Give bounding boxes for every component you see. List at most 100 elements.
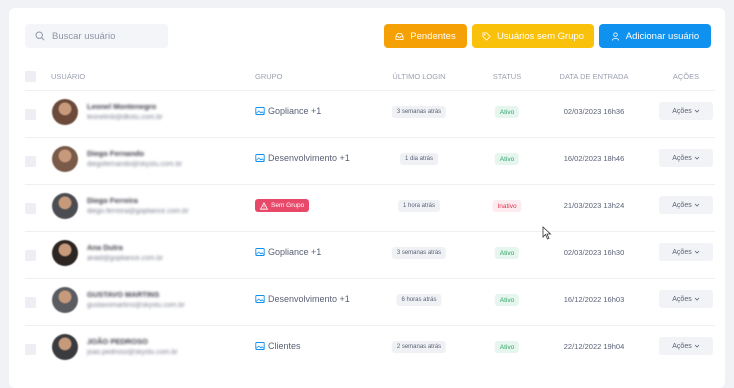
actions-label: Ações	[672, 342, 692, 350]
image-icon	[255, 342, 265, 350]
usuarios-sem-grupo-button[interactable]: Usuários sem Grupo	[472, 24, 594, 48]
last-login-badge: 3 semanas atrás	[391, 247, 447, 259]
entry-date: 02/03/2023 16h36	[563, 107, 625, 116]
pendentes-button[interactable]: Pendentes	[384, 24, 467, 48]
warning-icon	[260, 201, 268, 210]
user-name: Ana Dutra	[87, 243, 123, 252]
chevron-down-icon	[694, 156, 700, 160]
row-checkbox[interactable]	[25, 250, 36, 261]
user-name: GUSTAVO MARTINS	[87, 290, 160, 299]
actions-dropdown[interactable]: Ações	[659, 196, 713, 214]
table-row: Ana Dutra anad@gopliance.com.br Goplianc…	[25, 231, 715, 278]
entry-date: 21/03/2023 13h24	[563, 201, 625, 210]
chevron-down-icon	[694, 344, 700, 348]
sem-grupo-badge[interactable]: Sem Grupo	[255, 199, 310, 212]
row-checkbox[interactable]	[25, 203, 36, 214]
image-icon	[255, 107, 265, 115]
entry-date: 16/12/2022 16h03	[563, 295, 625, 304]
user-name: Diego Ferreira	[87, 196, 138, 205]
group-label: Desenvolvimento +1	[268, 294, 350, 304]
entry-date: 16/02/2023 18h46	[563, 154, 625, 163]
image-icon	[255, 248, 265, 256]
chevron-down-icon	[694, 250, 700, 254]
pendentes-label: Pendentes	[410, 30, 456, 42]
col-status[interactable]: STATUS	[493, 72, 521, 81]
actions-dropdown[interactable]: Ações	[659, 243, 713, 261]
row-checkbox[interactable]	[25, 109, 36, 120]
table-row: Diego Ferreira diego.ferreira@gopliance.…	[25, 184, 715, 231]
search-input[interactable]	[52, 30, 162, 42]
avatar	[52, 334, 78, 360]
user-name: JOÃO PEDROSO	[87, 337, 148, 346]
group-label: Gopliance +1	[268, 247, 322, 257]
col-ultimo-login[interactable]: ÚLTIMO LOGIN	[392, 72, 445, 81]
inbox-icon	[395, 32, 404, 40]
avatar	[52, 287, 78, 313]
avatar	[52, 99, 78, 125]
search-icon	[35, 31, 45, 41]
table-row: Leonel Montenegro leonelmb@dkstu.com.br …	[25, 90, 715, 137]
last-login-badge: 3 semanas atrás	[391, 106, 447, 118]
adicionar-label: Adicionar usuário	[625, 30, 700, 42]
actions-dropdown[interactable]: Ações	[659, 337, 713, 355]
users-card: Pendentes Usuários sem Grupo Adicionar u…	[9, 8, 725, 388]
table-row: JOÃO PEDROSO joao.pedroso@skystu.com.br …	[25, 325, 715, 372]
table-row: GUSTAVO MARTINS gustavomartins@skystu.co…	[25, 278, 715, 325]
last-login-badge: 6 horas atrás	[396, 294, 442, 306]
row-checkbox[interactable]	[25, 156, 36, 167]
user-email: joao.pedroso@skystu.com.br	[87, 349, 178, 356]
user-email: anad@gopliance.com.br	[87, 255, 163, 262]
table-row: Diego Fernando diegofernando@skystu.com.…	[25, 137, 715, 184]
user-email: leonelmb@dkstu.com.br	[87, 114, 163, 121]
group-label: Sem Grupo	[271, 202, 305, 209]
group-cell[interactable]: Desenvolvimento +1	[255, 294, 350, 304]
adicionar-usuario-button[interactable]: Adicionar usuário	[599, 24, 711, 48]
user-name: Diego Fernando	[87, 149, 145, 158]
user-email: diego.ferreira@gopliance.com.br	[87, 208, 189, 215]
sem-grupo-label: Usuários sem Grupo	[496, 30, 585, 42]
status-badge: Ativo	[494, 341, 520, 353]
last-login-badge: 2 semanas atrás	[391, 341, 447, 353]
entry-date: 02/03/2023 16h30	[563, 248, 625, 257]
group-cell[interactable]: Gopliance +1	[255, 106, 321, 116]
chevron-down-icon	[694, 109, 700, 113]
select-all-checkbox[interactable]	[25, 71, 36, 82]
status-badge: Ativo	[494, 247, 520, 259]
group-label: Gopliance +1	[268, 106, 322, 116]
actions-label: Ações	[672, 248, 692, 256]
actions-label: Ações	[672, 295, 692, 303]
tag-icon	[482, 31, 491, 41]
entry-date: 22/12/2022 19h04	[563, 342, 625, 351]
user-email: gustavomartins@skystu.com.br	[87, 302, 185, 309]
status-badge: Ativo	[494, 294, 520, 306]
user-icon	[611, 31, 619, 41]
col-usuario[interactable]: USUÁRIO	[51, 72, 85, 81]
last-login-badge: 1 hora atrás	[397, 200, 441, 212]
group-cell[interactable]: Gopliance +1	[255, 247, 321, 257]
avatar	[52, 240, 78, 266]
actions-dropdown[interactable]: Ações	[659, 290, 713, 308]
user-name: Leonel Montenegro	[87, 102, 157, 111]
col-data-entrada[interactable]: DATA DE ENTRADA	[560, 72, 629, 81]
image-icon	[255, 295, 265, 303]
status-badge: Ativo	[494, 106, 520, 118]
last-login-badge: 1 dia atrás	[399, 153, 439, 165]
chevron-down-icon	[694, 203, 700, 207]
group-label: Clientes	[268, 341, 301, 351]
image-icon	[255, 154, 265, 162]
group-cell[interactable]: Clientes	[255, 341, 301, 351]
actions-label: Ações	[672, 154, 692, 162]
actions-dropdown[interactable]: Ações	[659, 102, 713, 120]
actions-label: Ações	[672, 201, 692, 209]
user-email: diegofernando@skystu.com.br	[87, 161, 183, 168]
col-grupo[interactable]: GRUPO	[255, 72, 283, 81]
col-acoes: AÇÕES	[672, 72, 700, 81]
search-box[interactable]	[25, 24, 168, 48]
status-badge: Ativo	[494, 153, 520, 165]
row-checkbox[interactable]	[25, 297, 36, 308]
row-checkbox[interactable]	[25, 344, 36, 355]
actions-dropdown[interactable]: Ações	[659, 149, 713, 167]
group-cell[interactable]: Desenvolvimento +1	[255, 153, 350, 163]
mouse-cursor-icon	[542, 226, 552, 240]
group-label: Desenvolvimento +1	[268, 153, 350, 163]
